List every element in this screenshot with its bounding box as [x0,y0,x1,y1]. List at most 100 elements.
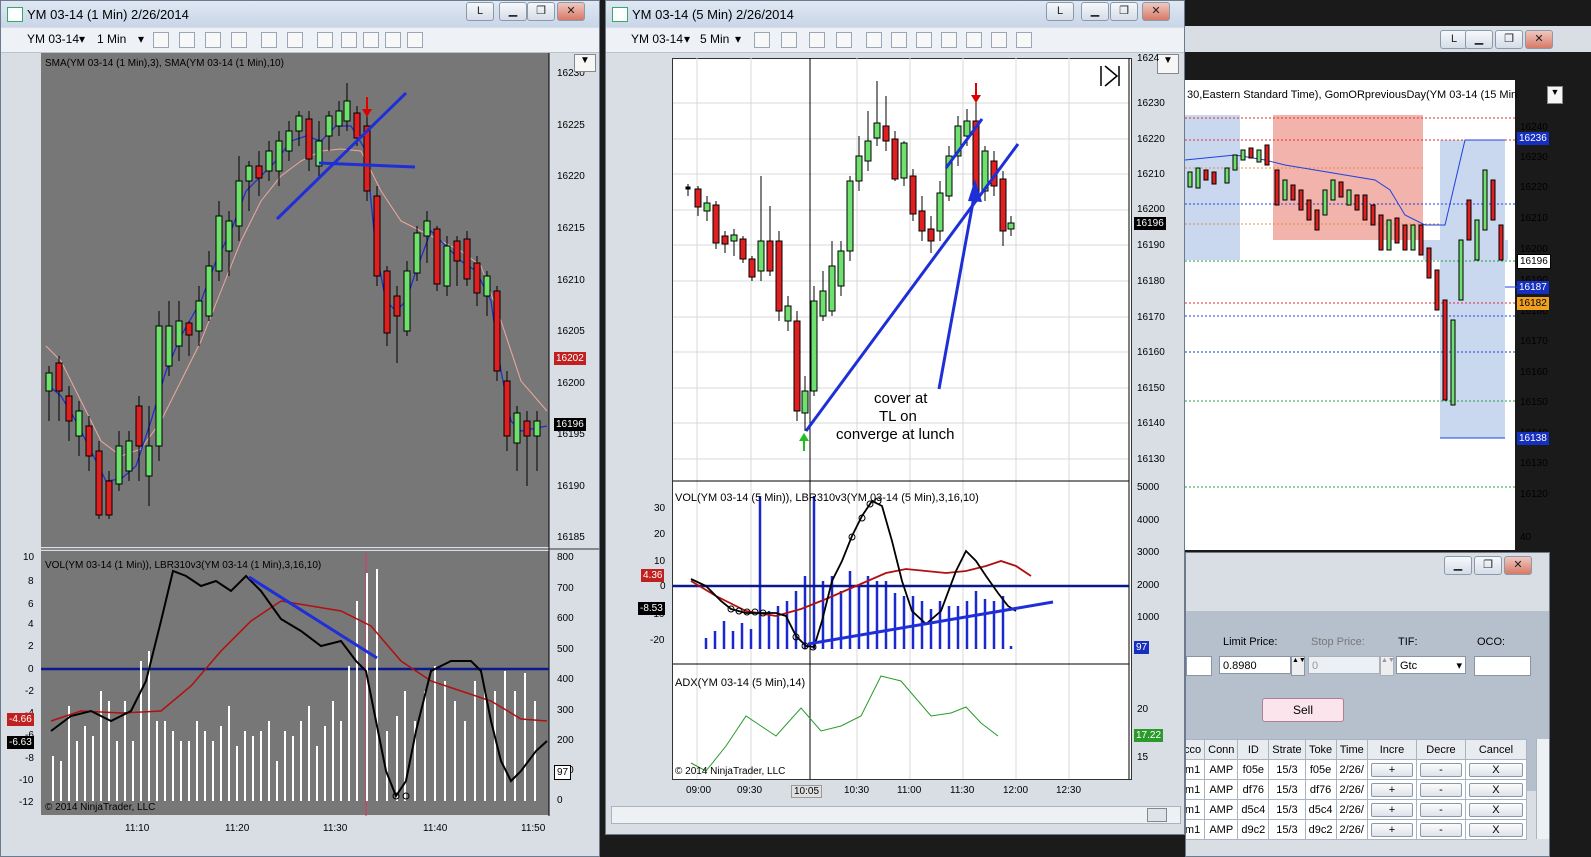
vol-tick: 500 [557,644,574,655]
price-tick: 16160 [1137,347,1165,358]
osc-tick: 8 [28,576,34,587]
osc-tick: -12 [19,797,34,808]
time-tick: 11:30 [950,785,975,796]
osc-tick: 30 [654,503,666,514]
decrease-button[interactable]: - [1419,782,1462,797]
col-header[interactable]: Decre [1415,739,1466,760]
vol-tick: 300 [557,705,574,716]
price-tick: 16215 [557,223,585,234]
limit-price-input[interactable]: 0.8980 [1219,656,1291,674]
cancel-order-button[interactable]: X [1468,802,1523,817]
restore-button[interactable]: ❐ [1474,556,1502,575]
annotation-line-1: cover at [874,390,928,407]
cell-id: d5c4 [1237,799,1270,820]
panel-menu-dropdown-icon[interactable]: ▼ [1157,54,1179,74]
close-button[interactable]: ✕ [1504,556,1532,575]
increase-button[interactable]: + [1370,802,1413,817]
price-tick: 16210 [1520,213,1548,224]
decrease-button[interactable]: - [1419,802,1462,817]
cell-increase: + [1366,759,1417,780]
osc-tick: 0 [660,581,666,592]
table-row[interactable]: m1 AMP f05e 15/3 f05e 2/26/ + - X [1186,759,1527,780]
vol-tag: 97 [1134,641,1150,654]
tif-label: TIF: [1398,636,1418,648]
cell-cancel: X [1464,799,1527,820]
last-price-tag: 16196 [554,418,586,431]
cancel-order-button[interactable]: X [1468,762,1523,777]
decrease-button[interactable]: - [1419,822,1462,837]
cell-conn: AMP [1204,759,1239,780]
orders-scrollbar[interactable] [1536,739,1549,839]
vol-indicator-label: VOL(YM 03-14 (5 Min)), LBR310v3(YM 03-14… [675,492,979,504]
time-tick: 11:50 [521,823,546,834]
cell-time: 2/26/ [1335,819,1368,840]
sell-arrow-icon [362,97,372,117]
time-tick: 11:10 [125,823,150,834]
col-header[interactable]: Strate [1268,739,1306,760]
chart-1min-graphics [41,53,599,816]
increase-button[interactable]: + [1370,822,1413,837]
cell-increase: + [1366,819,1417,840]
price-tick: 16230 [1520,152,1548,163]
price-tick: 16220 [1520,182,1548,193]
osc-tick: 0 [28,664,34,675]
cell-strategy: 15/3 [1268,779,1306,800]
col-header[interactable]: Toke [1304,739,1337,760]
increase-button[interactable]: + [1370,762,1413,777]
cell-cco: m1 [1186,779,1206,800]
tif-dropdown-icon[interactable]: ▾ [1456,657,1462,675]
panel-menu-dropdown-icon[interactable]: ▼ [574,54,596,72]
col-header[interactable]: cco [1186,739,1206,760]
cancel-order-button[interactable]: X [1468,822,1523,837]
orders-header-row: cco Conn ID Strate Toke Time Incre Decre… [1186,739,1527,760]
cell-id: df76 [1237,779,1270,800]
buy-arrow-icon [799,433,809,451]
col-header[interactable]: Incre [1366,739,1417,760]
osc-tick: -10 [19,775,34,786]
stop-price-input[interactable]: 0 [1308,656,1380,674]
price-tick: 16205 [557,326,585,337]
price-tick: 16170 [1137,312,1165,323]
cell-decrease: - [1415,779,1466,800]
cancel-order-button[interactable]: X [1468,782,1523,797]
price-tick: 16210 [1137,169,1165,180]
increase-button[interactable]: + [1370,782,1413,797]
price-tick: 16220 [1137,134,1165,145]
tif-select[interactable]: Gtc ▾ [1396,656,1466,674]
cell-token: d9c2 [1304,819,1337,840]
price-tick: 16130 [1520,458,1548,469]
price-tick: 40 [1520,532,1532,543]
chart-window-15min: L ▁ ❐ ✕ 30,Eastern Standard Time), GomOR… [1185,0,1591,857]
col-header[interactable]: Cancel [1464,739,1527,760]
table-row[interactable]: m1 AMP d9c2 15/3 d9c2 2/26/ + - X [1186,819,1527,840]
minimize-button[interactable]: ▁ [1444,556,1472,575]
quantity-field[interactable] [1186,656,1212,676]
limit-price-stepper[interactable]: ▲▼ [1291,656,1306,676]
osc-tick: 4 [28,619,34,630]
chart-window-5min: YM 03-14 (5 Min) 2/26/2014 L ▁ ❐ ✕ YM 03… [605,0,1185,835]
col-header[interactable]: Time [1335,739,1368,760]
table-row[interactable]: m1 AMP d5c4 15/3 d5c4 2/26/ + - X [1186,799,1527,820]
time-tick: 11:40 [423,823,448,834]
level-tag-orange: 16182 [1517,297,1549,310]
col-header[interactable]: ID [1237,739,1270,760]
oco-input[interactable] [1474,656,1531,676]
stop-price-stepper[interactable]: ▲▼ [1380,656,1395,676]
horizontal-scrollbar[interactable] [611,806,1181,824]
time-tick: 09:30 [737,785,763,796]
col-header[interactable]: Conn [1204,739,1239,760]
time-tick: 11:20 [225,823,250,834]
table-row[interactable]: m1 AMP df76 15/3 df76 2/26/ + - X [1186,779,1527,800]
osc-tag-black: -6.63 [7,736,34,749]
cell-token: f05e [1304,759,1337,780]
decrease-button[interactable]: - [1419,762,1462,777]
vol-tag: 97 [554,765,572,780]
scrollbar-thumb[interactable] [1147,808,1167,822]
top-level-tag: 16236 [1517,132,1549,145]
price-tick: 16185 [557,532,585,543]
time-tick: 12:00 [1003,785,1029,796]
sell-button[interactable]: Sell [1262,698,1344,722]
price-tick: 16120 [1520,489,1548,500]
cell-id: d9c2 [1237,819,1270,840]
vol-tick: 800 [557,552,574,563]
